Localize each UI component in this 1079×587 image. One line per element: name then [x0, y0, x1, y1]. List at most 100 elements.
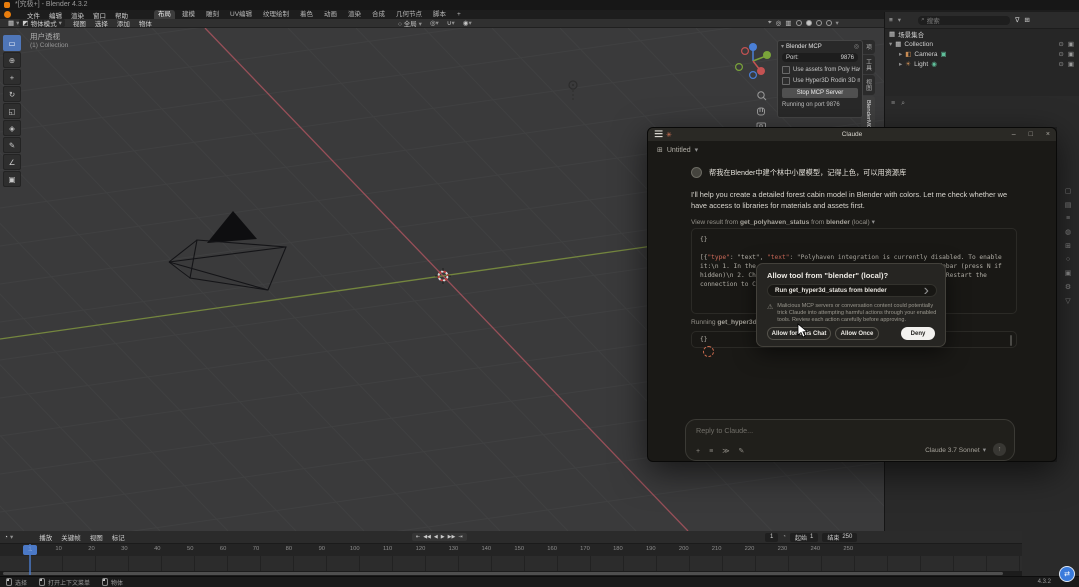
sidebar-tab-工具[interactable]: 工具 [861, 55, 875, 75]
polyhaven-checkbox[interactable]: Use assets from Poly Haven [782, 66, 860, 74]
xray-toggle-icon[interactable]: ▥ [785, 19, 791, 27]
playback-button[interactable]: ◀◀ [423, 534, 431, 540]
sidebar-tab-项[interactable]: 项 [861, 40, 875, 54]
shading-solid-icon[interactable] [806, 20, 812, 26]
gizmo-y-axis[interactable] [763, 51, 771, 59]
render-visibility-icon[interactable]: ▣ [1068, 60, 1074, 68]
floating-widget-icon[interactable]: ⇄ [1059, 566, 1075, 582]
tool-rotate-icon[interactable]: ↻ [3, 86, 21, 102]
tool-result-link[interactable]: View result from get_polyhaven_status fr… [691, 218, 1017, 226]
timeline-menu[interactable]: 标记 [112, 532, 125, 542]
timeline-menu[interactable]: 关键帧 [61, 532, 81, 542]
sliders-icon[interactable]: ≡ [709, 448, 713, 455]
shading-wireframe-icon[interactable] [796, 20, 802, 26]
timeline-channels[interactable] [0, 556, 1022, 571]
claude-titlebar[interactable]: ≡ ✳ Claude – □ × [648, 128, 1056, 141]
tool-cursor-icon[interactable]: ⊕ [3, 52, 21, 68]
filter-icon[interactable]: ∇ [1015, 16, 1019, 24]
composer[interactable]: Reply to Claude... + ≡ ≫ ✎ Claude 3.7 So… [685, 419, 1015, 461]
render-visibility-icon[interactable]: ▣ [1068, 50, 1074, 58]
properties-tab-modifiers-icon[interactable]: ⚙ [1065, 283, 1071, 291]
deny-button[interactable]: Deny [901, 327, 935, 340]
properties-tab-scene-icon[interactable]: ⊞ [1065, 242, 1071, 250]
playback-button[interactable]: ⇤ [416, 534, 420, 540]
pivot-dropdown[interactable]: ◎▾ [430, 19, 439, 27]
timeline-menu[interactable]: 播放 [39, 532, 52, 542]
playback-button[interactable]: ◀ [434, 534, 438, 540]
tool-annotate-icon[interactable]: ✎ [3, 137, 21, 153]
expand-caret-icon[interactable]: ▸ [899, 60, 902, 68]
eye-icon[interactable]: ⊙ [1058, 40, 1063, 48]
gizmo-x-neg[interactable] [742, 48, 749, 55]
viewport-menu[interactable]: 视图 [73, 18, 86, 28]
timeline-editor-selector[interactable]: ◔ ▾ [4, 533, 13, 541]
properties-tab-object-icon[interactable]: ▣ [1065, 269, 1072, 277]
tool-select-box-icon[interactable]: ▭ [3, 35, 21, 51]
tool-measure-icon[interactable]: ∠ [3, 154, 21, 170]
shading-rendered-icon[interactable] [826, 20, 832, 26]
gizmo-y-neg[interactable] [736, 64, 743, 71]
workspace-tab[interactable]: 动画 [320, 10, 341, 19]
playback-button[interactable]: ⇥ [458, 534, 462, 540]
timeline-menu[interactable]: 视图 [90, 532, 103, 542]
expand-caret-icon[interactable]: ▾ [889, 40, 892, 48]
port-field[interactable]: Port: 9876 [782, 53, 858, 62]
properties-editor-icon[interactable]: ≡ [891, 100, 895, 108]
timeline-ruler[interactable]: 1 11020304050607080901001101201301401501… [0, 544, 1022, 556]
workspace-tab[interactable]: 雕刻 [202, 10, 223, 19]
panel-icon[interactable]: ⊞ [657, 146, 663, 154]
research-icon[interactable]: ≫ [722, 447, 729, 455]
current-frame-field[interactable]: 1 [765, 533, 778, 542]
workspace-tab[interactable]: 合成 [368, 10, 389, 19]
hyper3d-checkbox[interactable]: Use Hyper3D Rodin 3D model gener... [782, 77, 860, 85]
outliner-row-scene-collection[interactable]: ▦ 场景集合 [885, 29, 1079, 39]
tool-run-row[interactable]: Run get_hyper3d_status from blender › [767, 284, 937, 297]
plus-icon[interactable]: + [696, 448, 700, 455]
playback-button[interactable]: ▶ [441, 534, 445, 540]
outliner-row-light[interactable]: ▸ ☀ Light ◉ ⊙ ▣ [885, 59, 1079, 69]
snap-toggle[interactable]: ∪▾ [447, 19, 455, 27]
outliner-row-camera[interactable]: ▸ ◧ Camera ▣ ⊙ ▣ [885, 49, 1079, 59]
blender-logo-icon[interactable] [4, 11, 11, 18]
overlays-toggle-icon[interactable]: ◎ [776, 19, 782, 27]
maximize-icon[interactable]: □ [1029, 131, 1033, 138]
shading-material-icon[interactable] [816, 20, 822, 26]
properties-tab-view-layer-icon[interactable]: ◍ [1065, 228, 1071, 236]
close-icon[interactable]: × [1046, 131, 1050, 138]
workspace-tab[interactable]: 建模 [178, 10, 199, 19]
properties-tab-render-icon[interactable]: ▤ [1065, 201, 1072, 209]
properties-tab-output-icon[interactable]: ≡ [1066, 215, 1070, 222]
expand-caret-icon[interactable]: ▸ [899, 50, 902, 58]
scrollbar-handle[interactable] [3, 572, 1003, 575]
new-collection-icon[interactable]: ⊞ [1024, 16, 1029, 24]
properties-filter-icon[interactable]: ⌕ [901, 100, 905, 108]
code-scrollbar[interactable] [1010, 335, 1012, 346]
frame-end-field[interactable]: 结束 250 [822, 533, 857, 542]
display-mode-icon[interactable]: ≡ [889, 17, 893, 24]
properties-tab-tool-icon[interactable]: ▢ [1065, 187, 1072, 195]
format-icon[interactable]: ✎ [739, 447, 745, 455]
workspace-tab[interactable]: 着色 [296, 10, 317, 19]
eye-icon[interactable]: ⊙ [1058, 60, 1063, 68]
playback-button[interactable]: ▶▶ [448, 534, 456, 540]
gizmo-z-axis[interactable] [749, 43, 757, 51]
orientation-dropdown[interactable]: ○ 全局 ▾ [398, 18, 422, 28]
outliner-search-input[interactable]: ⌕ 搜索 [918, 16, 1010, 25]
frame-start-field[interactable]: 起始 1 [790, 533, 818, 542]
gizmo-z-neg[interactable] [750, 72, 757, 79]
pin-icon[interactable]: ◎ [854, 43, 859, 50]
viewport-menu[interactable]: 物体 [139, 18, 152, 28]
editor-type-selector[interactable]: ▦ ▾ [8, 19, 19, 27]
viewport-menu[interactable]: 添加 [117, 18, 130, 28]
send-button[interactable]: ↑ [993, 443, 1006, 456]
eye-icon[interactable]: ⊙ [1058, 50, 1063, 58]
tool-move-icon[interactable]: + [3, 69, 21, 85]
tool-scale-icon[interactable]: ◱ [3, 103, 21, 119]
workspace-tab[interactable]: UV编辑 [226, 10, 256, 19]
sidebar-tab-视图[interactable]: 视图 [861, 75, 875, 95]
collapse-caret-icon[interactable]: ▾ [781, 43, 784, 50]
proportional-toggle[interactable]: ◉▾ [463, 19, 472, 27]
outliner-row-collection[interactable]: ▾ ▦ Collection ⊙ ▣ [885, 39, 1079, 49]
workspace-tab[interactable]: 纹理绘制 [259, 10, 293, 19]
minimize-icon[interactable]: – [1012, 131, 1016, 138]
